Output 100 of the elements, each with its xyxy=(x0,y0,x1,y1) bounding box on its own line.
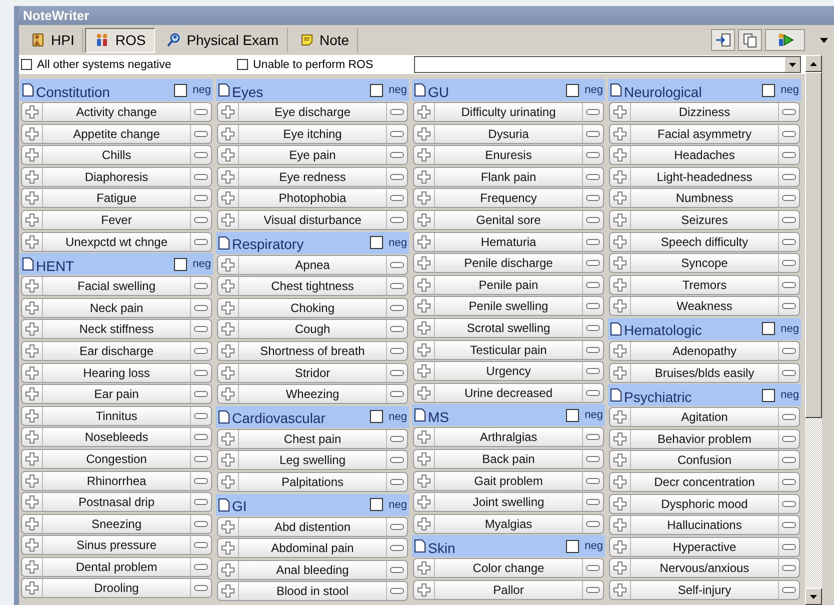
plus-icon[interactable] xyxy=(417,582,431,597)
minus-icon[interactable] xyxy=(194,456,208,462)
plus-icon[interactable] xyxy=(25,516,39,531)
minus-icon[interactable] xyxy=(586,368,600,374)
checkbox[interactable] xyxy=(370,84,383,96)
plus-icon[interactable] xyxy=(221,584,235,598)
symptom-label[interactable]: Nervous/anxious xyxy=(631,559,778,578)
plus-icon[interactable] xyxy=(417,234,431,249)
minus-icon[interactable] xyxy=(390,304,404,311)
plus-icon[interactable] xyxy=(417,320,431,335)
minus-icon[interactable] xyxy=(390,109,404,115)
plus-icon[interactable] xyxy=(613,148,627,162)
plus-icon[interactable] xyxy=(613,582,627,597)
caret-icon[interactable] xyxy=(789,62,796,66)
plus-icon[interactable] xyxy=(613,496,627,510)
symptom-label[interactable]: Penile swelling xyxy=(435,297,582,316)
plus-icon[interactable] xyxy=(221,432,235,446)
symptom-label[interactable]: Facial asymmetry xyxy=(631,124,778,143)
plus-icon[interactable] xyxy=(221,520,235,534)
plus-icon[interactable] xyxy=(221,170,235,184)
plus-icon[interactable] xyxy=(25,300,39,315)
minus-icon[interactable] xyxy=(586,282,600,288)
symptom-label[interactable]: Photophobia xyxy=(239,189,386,208)
plus-icon[interactable] xyxy=(613,366,627,380)
symptom-label[interactable]: Difficulty urinating xyxy=(435,103,582,121)
symptom-label[interactable]: Urine decreased xyxy=(435,384,582,402)
symptom-label[interactable]: Wheezing xyxy=(239,385,386,404)
checkbox[interactable] xyxy=(174,258,187,271)
plus-icon[interactable] xyxy=(417,212,431,227)
symptom-label[interactable]: Back pain xyxy=(435,450,582,468)
minus-icon[interactable] xyxy=(194,238,208,245)
symptom-label[interactable]: Myalgias xyxy=(435,514,582,533)
checkbox[interactable] xyxy=(566,540,579,553)
checkbox[interactable] xyxy=(237,59,248,70)
minus-icon[interactable] xyxy=(586,346,600,353)
minus-icon[interactable] xyxy=(782,544,796,550)
plus-icon[interactable] xyxy=(417,105,431,119)
symptom-label[interactable]: Eye pain xyxy=(239,146,386,164)
symptom-label[interactable]: Confusion xyxy=(631,451,778,470)
scroll-thumb[interactable] xyxy=(805,72,822,418)
minus-icon[interactable] xyxy=(194,216,208,223)
plus-icon[interactable] xyxy=(25,538,39,552)
minus-icon[interactable] xyxy=(194,130,208,137)
symptom-label[interactable]: Nosebleeds xyxy=(43,428,190,446)
plus-icon[interactable] xyxy=(417,474,431,488)
plus-icon[interactable] xyxy=(417,342,431,357)
symptom-label[interactable]: Joint swelling xyxy=(435,493,582,512)
symptom-label[interactable]: Speech difficulty xyxy=(631,232,778,251)
symptom-label[interactable]: Eye itching xyxy=(239,124,386,143)
symptom-label[interactable]: Eye redness xyxy=(239,168,386,186)
plus-icon[interactable] xyxy=(25,387,39,402)
plus-icon[interactable] xyxy=(221,541,235,556)
checkbox[interactable] xyxy=(762,388,775,402)
plus-icon[interactable] xyxy=(613,212,627,227)
minus-icon[interactable] xyxy=(586,109,600,115)
symptom-label[interactable]: Ear pain xyxy=(43,385,190,404)
minus-icon[interactable] xyxy=(782,195,796,202)
plus-icon[interactable] xyxy=(221,279,235,294)
minus-icon[interactable] xyxy=(586,260,600,266)
plus-icon[interactable] xyxy=(25,279,39,294)
plus-icon[interactable] xyxy=(25,322,39,336)
symptom-label[interactable]: Chest tightness xyxy=(239,277,386,296)
plus-icon[interactable] xyxy=(221,148,235,162)
plus-icon[interactable] xyxy=(417,386,431,400)
symptom-label[interactable]: Dysphoric mood xyxy=(631,494,778,512)
minus-icon[interactable] xyxy=(586,520,600,527)
symptom-label[interactable]: Arthralgias xyxy=(435,428,582,446)
symptom-label[interactable]: Neck stiffness xyxy=(43,320,190,338)
symptom-label[interactable]: Seizures xyxy=(631,210,778,229)
plus-icon[interactable] xyxy=(221,453,235,468)
symptom-label[interactable]: Abdominal pain xyxy=(239,539,386,558)
plus-icon[interactable] xyxy=(613,278,627,292)
minus-icon[interactable] xyxy=(194,564,208,570)
minus-icon[interactable] xyxy=(390,588,404,594)
minus-icon[interactable] xyxy=(194,478,208,484)
symptom-label[interactable]: Tremors xyxy=(631,276,778,294)
minus-icon[interactable] xyxy=(586,216,600,223)
minus-icon[interactable] xyxy=(194,348,208,354)
plus-icon[interactable] xyxy=(221,258,235,272)
minus-icon[interactable] xyxy=(586,130,600,137)
minus-icon[interactable] xyxy=(194,585,208,592)
plus-icon[interactable] xyxy=(25,452,39,466)
minus-icon[interactable] xyxy=(586,434,600,440)
plus-icon[interactable] xyxy=(613,105,627,119)
minus-icon[interactable] xyxy=(782,348,796,354)
minus-icon[interactable] xyxy=(194,304,208,311)
symptom-label[interactable]: Drooling xyxy=(43,579,190,598)
minus-icon[interactable] xyxy=(586,565,600,572)
minus-icon[interactable] xyxy=(586,195,600,202)
symptom-label[interactable]: Chills xyxy=(43,146,190,164)
symptom-label[interactable]: Headaches xyxy=(631,146,778,164)
symptom-label[interactable]: Pallor xyxy=(435,580,582,599)
minus-icon[interactable] xyxy=(586,499,600,506)
symptom-label[interactable]: Bruises/blds easily xyxy=(631,364,778,382)
plus-icon[interactable] xyxy=(25,495,39,510)
symptom-label[interactable]: Urgency xyxy=(435,362,582,380)
combo-field[interactable] xyxy=(414,56,801,73)
up-arrow-icon[interactable] xyxy=(810,62,817,66)
plus-icon[interactable] xyxy=(25,430,39,444)
plus-icon[interactable] xyxy=(613,518,627,532)
